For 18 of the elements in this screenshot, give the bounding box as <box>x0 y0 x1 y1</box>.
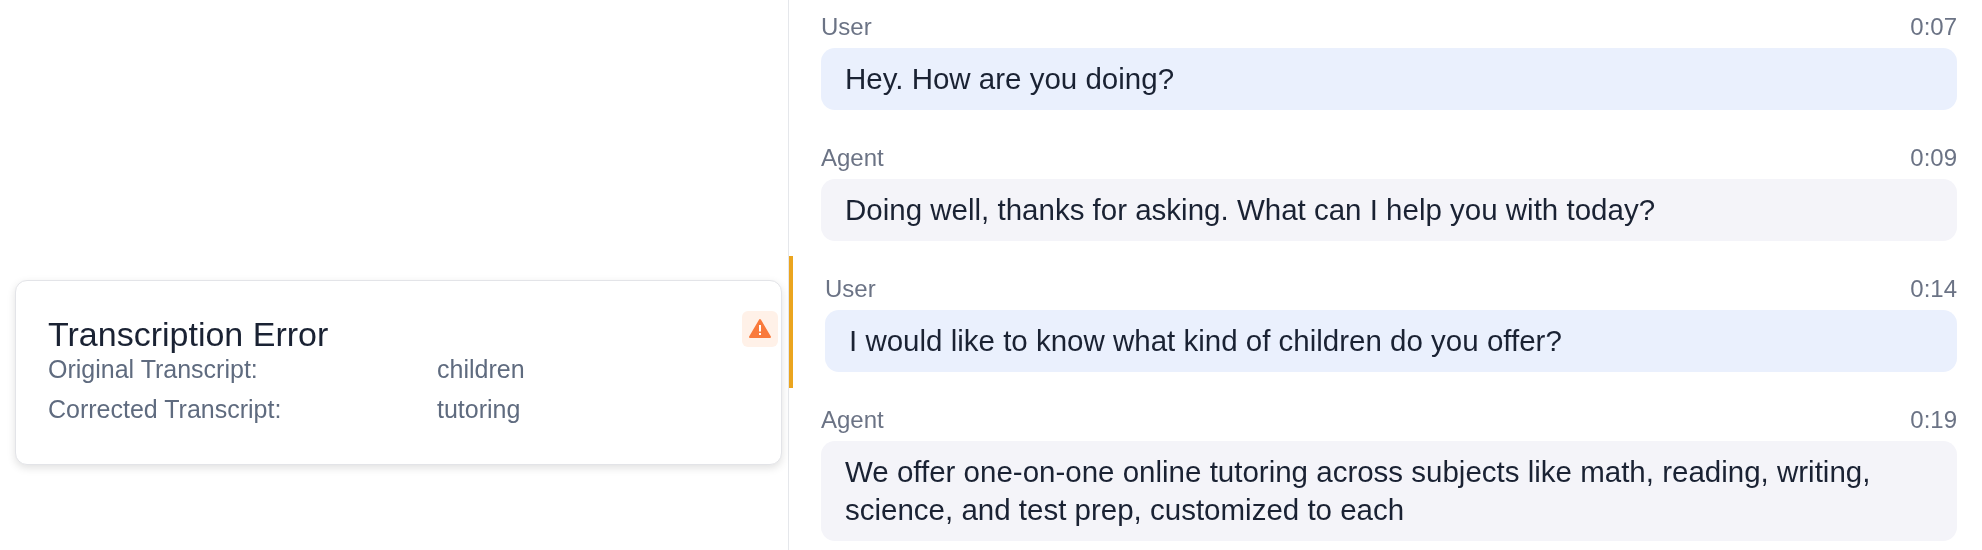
message-bubble: I would like to know what kind of children do you offer? <box>825 310 1957 372</box>
message-bubble: We offer one-on-one online tutoring across subjects like math, reading, writing, science, and test prep, customized to each <box>821 441 1957 541</box>
message-bubble: Hey. How are you doing? <box>821 48 1957 110</box>
field-label: Corrected Transcript: <box>48 394 283 424</box>
message-bubble: Doing well, thanks for asking. What can I help you with today? <box>821 179 1957 241</box>
field-value: tutoring <box>437 394 521 424</box>
card-title: Transcription Error <box>48 314 329 354</box>
timestamp: 0:19 <box>1910 406 1957 434</box>
timestamp: 0:09 <box>1910 144 1957 172</box>
speaker-label: Agent <box>821 144 884 172</box>
field-label: Original Transcript: <box>48 354 259 384</box>
speaker-label: User <box>821 13 872 41</box>
timestamp: 0:14 <box>1910 275 1957 303</box>
speaker-label: User <box>825 275 876 303</box>
field-value: children <box>437 354 525 384</box>
speaker-label: Agent <box>821 406 884 434</box>
timestamp: 0:07 <box>1910 13 1957 41</box>
warning-icon <box>742 311 778 347</box>
